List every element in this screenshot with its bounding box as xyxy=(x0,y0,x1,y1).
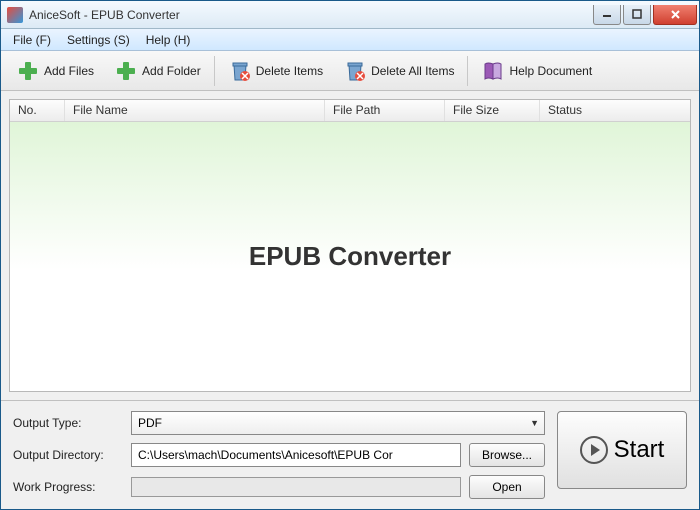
col-size[interactable]: File Size xyxy=(445,100,540,121)
start-label: Start xyxy=(614,436,665,464)
add-files-label: Add Files xyxy=(44,64,94,78)
menu-help[interactable]: Help (H) xyxy=(138,31,199,49)
help-doc-label: Help Document xyxy=(509,64,592,78)
play-icon xyxy=(580,436,608,464)
close-button[interactable] xyxy=(653,5,697,25)
close-icon xyxy=(670,9,681,20)
titlebar[interactable]: AniceSoft - EPUB Converter xyxy=(1,1,699,29)
output-type-label: Output Type: xyxy=(13,416,123,430)
col-path[interactable]: File Path xyxy=(325,100,445,121)
plus-icon xyxy=(114,59,138,83)
maximize-button[interactable] xyxy=(623,5,651,25)
output-type-wrap: PDF ▼ xyxy=(131,411,545,435)
open-button[interactable]: Open xyxy=(469,475,545,499)
book-icon xyxy=(481,59,505,83)
window-controls xyxy=(591,5,697,25)
plus-icon xyxy=(16,59,40,83)
output-type-value: PDF xyxy=(138,416,162,430)
menu-settings[interactable]: Settings (S) xyxy=(59,31,138,49)
toolbar: Add Files Add Folder Delete Items Delete… xyxy=(1,51,699,91)
maximize-icon xyxy=(632,9,642,19)
app-window: AniceSoft - EPUB Converter File (F) Sett… xyxy=(0,0,700,510)
options-form: Output Type: PDF ▼ Output Directory: Bro… xyxy=(13,411,545,499)
output-type-select[interactable]: PDF xyxy=(131,411,545,435)
bottom-panel: Output Type: PDF ▼ Output Directory: Bro… xyxy=(1,400,699,509)
menu-file[interactable]: File (F) xyxy=(5,31,59,49)
progress-label: Work Progress: xyxy=(13,480,123,494)
progress-bar xyxy=(131,477,461,497)
window-title: AniceSoft - EPUB Converter xyxy=(29,8,591,22)
delete-items-label: Delete Items xyxy=(256,64,323,78)
output-dir-label: Output Directory: xyxy=(13,448,123,462)
toolbar-separator xyxy=(467,56,468,86)
add-files-button[interactable]: Add Files xyxy=(7,54,103,88)
menubar: File (F) Settings (S) Help (H) xyxy=(1,29,699,51)
help-doc-button[interactable]: Help Document xyxy=(472,54,601,88)
add-folder-button[interactable]: Add Folder xyxy=(105,54,210,88)
toolbar-separator xyxy=(214,56,215,86)
minimize-icon xyxy=(602,9,612,19)
col-no[interactable]: No. xyxy=(10,100,65,121)
col-status[interactable]: Status xyxy=(540,100,690,121)
minimize-button[interactable] xyxy=(593,5,621,25)
file-list: No. File Name File Path File Size Status… xyxy=(9,99,691,392)
trash-icon xyxy=(228,59,252,83)
delete-items-button[interactable]: Delete Items xyxy=(219,54,332,88)
app-icon xyxy=(7,7,23,23)
delete-all-button[interactable]: Delete All Items xyxy=(334,54,463,88)
col-name[interactable]: File Name xyxy=(65,100,325,121)
delete-all-label: Delete All Items xyxy=(371,64,454,78)
list-body[interactable]: EPUB Converter xyxy=(10,122,690,391)
watermark-text: EPUB Converter xyxy=(249,241,451,272)
add-folder-label: Add Folder xyxy=(142,64,201,78)
output-dir-input[interactable] xyxy=(131,443,461,467)
list-header: No. File Name File Path File Size Status xyxy=(10,100,690,122)
browse-button[interactable]: Browse... xyxy=(469,443,545,467)
start-button[interactable]: Start xyxy=(557,411,687,489)
trash-icon xyxy=(343,59,367,83)
